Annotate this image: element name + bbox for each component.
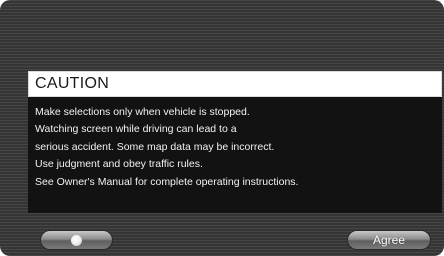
dialog-title: CAUTION (35, 75, 110, 92)
agree-button-label: Agree (372, 233, 406, 247)
circle-button[interactable] (40, 230, 113, 250)
dialog-title-bar: CAUTION (28, 71, 442, 97)
message-line: Make selections only when vehicle is sto… (35, 106, 250, 118)
agree-button[interactable]: Agree (347, 230, 431, 250)
navigation-screen: CAUTION Make selections only when vehicl… (0, 0, 444, 256)
message-line: Use judgment and obey traffic rules. (35, 158, 203, 170)
dialog-message: Make selections only when vehicle is sto… (28, 97, 442, 213)
message-line: serious accident. Some map data may be i… (35, 141, 275, 153)
message-line: See Owner's Manual for complete operatin… (35, 176, 299, 188)
circle-icon (71, 235, 82, 246)
message-line: Watching screen while driving can lead t… (35, 123, 237, 135)
caution-dialog: CAUTION Make selections only when vehicl… (28, 71, 442, 213)
